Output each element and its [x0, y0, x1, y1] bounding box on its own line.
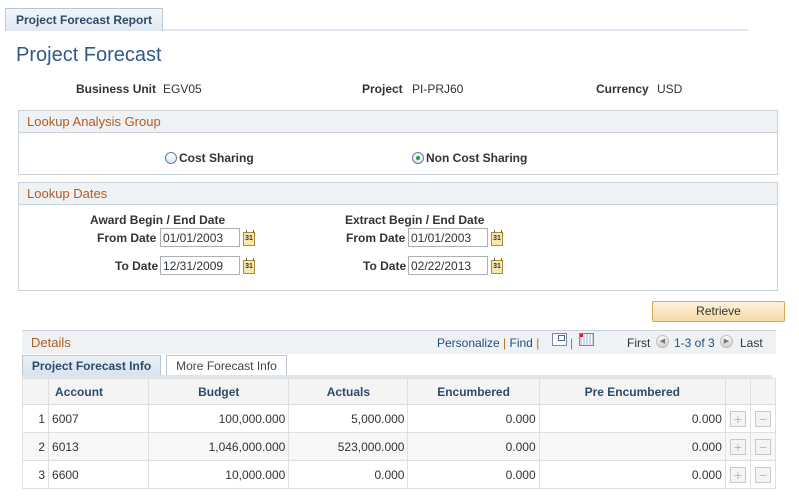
- encumbered-column-header: Encumbered: [407, 378, 540, 405]
- personalize-link[interactable]: Personalize: [437, 336, 500, 350]
- next-row-icon[interactable]: ▶: [720, 335, 733, 348]
- grid-header-row: Account Budget Actuals Encumbered Pre En…: [21, 378, 777, 405]
- extract-from-date-input[interactable]: [408, 228, 488, 247]
- business-unit-label: Business Unit: [76, 82, 157, 96]
- actuals-cell: 0.000: [288, 460, 409, 489]
- delete-row-column-header: [749, 378, 777, 405]
- budget-cell: 100,000.000: [148, 404, 290, 433]
- lookup-analysis-group-box: Lookup Analysis Group: [18, 110, 778, 175]
- account-column-header: Account: [48, 378, 150, 405]
- add-row-button[interactable]: +: [729, 438, 746, 455]
- row-number: 1: [21, 404, 50, 433]
- row-number: 2: [21, 432, 50, 461]
- calendar-icon[interactable]: 31: [243, 258, 255, 274]
- pre-encumbered-cell: 0.000: [538, 432, 726, 461]
- delete-row-button[interactable]: −: [754, 466, 771, 483]
- separator: |: [503, 336, 507, 350]
- calendar-icon[interactable]: 31: [491, 230, 503, 246]
- page-title: Project Forecast: [16, 44, 162, 66]
- row-range: 1-3 of 3: [674, 336, 715, 350]
- cost-sharing-radio[interactable]: [165, 152, 177, 164]
- table-row: 3 6600 10,000.000 0.000 0.000 0.000 + −: [21, 460, 777, 489]
- project-label: Project: [362, 82, 403, 96]
- page-tab-project-forecast-report[interactable]: Project Forecast Report: [5, 8, 163, 31]
- account-cell: 6013: [48, 432, 150, 461]
- extract-to-date-label: To Date: [363, 259, 407, 273]
- account-cell: 6600: [48, 460, 150, 489]
- pre-encumbered-cell: 0.000: [538, 404, 726, 433]
- extract-dates-heading: Extract Begin / End Date: [345, 213, 485, 227]
- non-cost-sharing-label: Non Cost Sharing: [426, 151, 528, 165]
- award-dates-heading: Award Begin / End Date: [90, 213, 226, 227]
- retrieve-button[interactable]: Retrieve: [652, 301, 785, 322]
- actuals-cell: 523,000.000: [288, 432, 409, 461]
- calendar-icon[interactable]: 31: [243, 230, 255, 246]
- pre-encumbered-cell: 0.000: [538, 460, 726, 489]
- lookup-analysis-group-title: Lookup Analysis Group: [19, 111, 777, 133]
- encumbered-cell: 0.000: [407, 432, 540, 461]
- separator: |: [570, 336, 574, 350]
- budget-cell: 1,046,000.000: [148, 432, 290, 461]
- encumbered-cell: 0.000: [407, 460, 540, 489]
- account-cell: 6007: [48, 404, 150, 433]
- delete-row-button[interactable]: −: [754, 410, 771, 427]
- tab-more-forecast-info[interactable]: More Forecast Info: [166, 355, 287, 376]
- project-forecast-grid: Account Budget Actuals Encumbered Pre En…: [21, 378, 777, 489]
- calendar-icon[interactable]: 31: [491, 258, 503, 274]
- budget-column-header: Budget: [148, 378, 290, 405]
- non-cost-sharing-radio-option[interactable]: Non Cost Sharing: [412, 151, 527, 165]
- details-title: Details: [31, 335, 71, 350]
- tab-project-forecast-info[interactable]: Project Forecast Info: [22, 355, 161, 376]
- cost-sharing-label: Cost Sharing: [179, 151, 254, 165]
- table-row: 1 6007 100,000.000 5,000.000 0.000 0.000…: [21, 404, 777, 433]
- cost-sharing-radio-option[interactable]: Cost Sharing: [165, 151, 254, 165]
- project-value: PI-PRJ60: [412, 82, 464, 96]
- currency-label: Currency: [596, 82, 649, 96]
- lookup-dates-title: Lookup Dates: [19, 183, 777, 205]
- budget-cell: 10,000.000: [148, 460, 290, 489]
- award-from-date-input[interactable]: [160, 228, 240, 247]
- actuals-cell: 5,000.000: [288, 404, 409, 433]
- award-to-date-input[interactable]: [160, 256, 240, 275]
- currency-value: USD: [657, 82, 683, 96]
- find-link[interactable]: Find: [510, 336, 533, 350]
- award-to-date-label: To Date: [115, 259, 159, 273]
- non-cost-sharing-radio[interactable]: [412, 152, 424, 164]
- separator: |: [536, 336, 540, 350]
- actuals-column-header: Actuals: [288, 378, 409, 405]
- extract-to-date-input[interactable]: [408, 256, 488, 275]
- pre-encumbered-column-header: Pre Encumbered: [538, 378, 726, 405]
- last-label: Last: [740, 336, 763, 350]
- download-spreadsheet-icon[interactable]: [579, 333, 594, 346]
- first-label: First: [627, 336, 651, 350]
- row-number: 3: [21, 460, 50, 489]
- row-number-header: [21, 378, 50, 405]
- table-row: 2 6013 1,046,000.000 523,000.000 0.000 0…: [21, 432, 777, 461]
- award-from-date-label: From Date: [97, 231, 157, 245]
- add-row-button[interactable]: +: [729, 410, 746, 427]
- grid-toolbar: Personalize | Find |: [437, 336, 539, 350]
- previous-row-icon[interactable]: ◀: [656, 335, 669, 348]
- view-all-icon[interactable]: [552, 333, 567, 346]
- add-row-button[interactable]: +: [729, 466, 746, 483]
- business-unit-value: EGV05: [163, 82, 202, 96]
- delete-row-button[interactable]: −: [754, 438, 771, 455]
- add-row-column-header: [724, 378, 751, 405]
- encumbered-cell: 0.000: [407, 404, 540, 433]
- extract-from-date-label: From Date: [346, 231, 406, 245]
